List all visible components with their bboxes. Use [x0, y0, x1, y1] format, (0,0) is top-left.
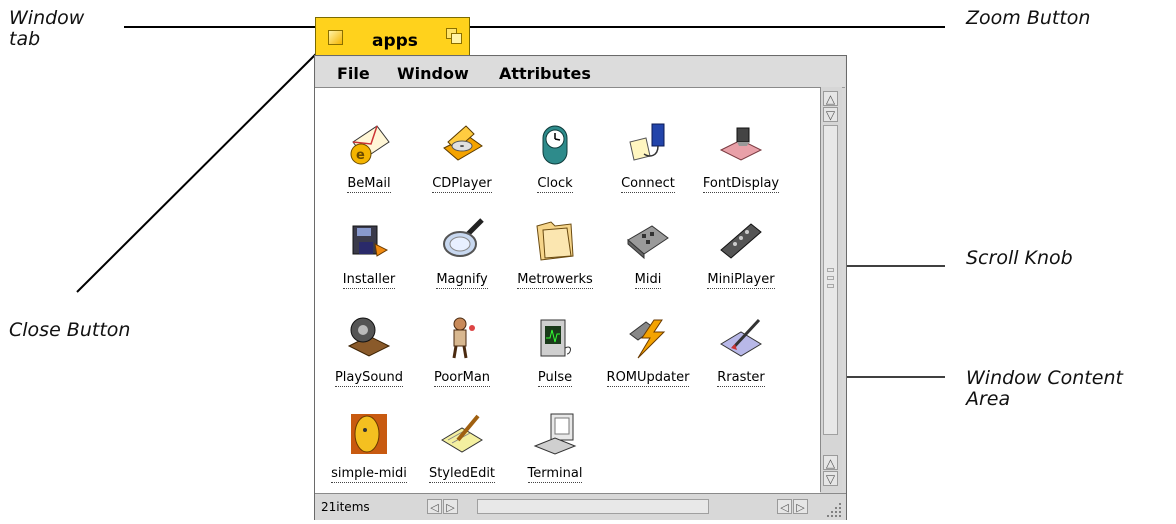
scroll-left-arrow[interactable]: ◁	[427, 499, 442, 514]
scroll-right-arrow-end[interactable]: ▷	[793, 499, 808, 514]
knob-grip	[827, 284, 834, 288]
scroll-left-arrow-end[interactable]: ◁	[777, 499, 792, 514]
app-label: StyledEdit	[428, 466, 496, 483]
app-label: PoorMan	[433, 370, 491, 387]
app-item-rraster[interactable]: Rraster	[695, 314, 787, 387]
app-item-pulse[interactable]: Pulse	[509, 314, 601, 387]
app-item-simple-midi[interactable]: simple-midi	[323, 410, 415, 483]
connect-icon	[629, 123, 665, 161]
installer-icon	[352, 225, 389, 257]
window-content-area[interactable]: e BeMail CDPlayer Clock Connect FontDisp…	[315, 87, 820, 494]
midi-icon	[627, 225, 669, 260]
app-item-cdplayer[interactable]: CDPlayer	[416, 120, 508, 193]
scroll-down-arrow-bottom[interactable]: ▽	[823, 471, 838, 486]
app-label: FontDisplay	[702, 176, 780, 193]
app-label: BeMail	[347, 176, 391, 193]
scroll-knob[interactable]	[823, 125, 838, 435]
app-label: PlaySound	[334, 370, 404, 387]
knob-grip	[827, 268, 834, 272]
app-label: Midi	[634, 272, 662, 289]
app-item-midi[interactable]: Midi	[602, 216, 694, 289]
app-label: MiniPlayer	[707, 272, 775, 289]
item-count: 21items	[321, 500, 370, 514]
app-item-installer[interactable]: Installer	[323, 216, 415, 289]
scroll-down-arrow-top[interactable]: ▽	[823, 107, 838, 122]
miniplayer-icon	[720, 223, 762, 259]
app-label: CDPlayer	[432, 176, 492, 193]
app-label: Connect	[621, 176, 675, 193]
scroll-right-arrow[interactable]: ▷	[443, 499, 458, 514]
pulse-icon	[540, 319, 571, 357]
app-label: Magnify	[436, 272, 488, 289]
window: File Window Attributes e BeMail CDPlayer	[314, 55, 847, 520]
bemail-icon: e	[350, 125, 390, 165]
app-label: Metrowerks	[517, 272, 593, 289]
resize-grip-icon[interactable]	[826, 500, 844, 518]
app-item-bemail[interactable]: e BeMail	[323, 120, 415, 193]
knob-grip	[827, 276, 834, 280]
folder-icon	[536, 221, 574, 261]
terminal-icon	[533, 413, 577, 455]
app-label: Pulse	[537, 370, 573, 387]
app-label: ROMUpdater	[606, 370, 690, 387]
app-label: Clock	[537, 176, 573, 193]
app-item-styledit[interactable]: StyledEdit	[416, 410, 508, 483]
line-close-button	[76, 36, 334, 293]
clock-icon	[542, 125, 568, 165]
app-item-miniplayer[interactable]: MiniPlayer	[695, 216, 787, 289]
zoom-button[interactable]	[446, 28, 462, 44]
simple-midi-icon	[351, 414, 387, 454]
fontdisplay-icon	[719, 127, 763, 161]
close-button[interactable]	[328, 30, 343, 45]
horizontal-scroll-knob[interactable]	[477, 499, 709, 514]
playsound-icon	[347, 317, 391, 357]
menu-file[interactable]: File	[337, 64, 370, 83]
window-tab[interactable]: apps	[315, 17, 470, 56]
app-item-clock[interactable]: Clock	[509, 120, 601, 193]
app-item-fontdisplay[interactable]: FontDisplay	[695, 120, 787, 193]
zoom-box-front	[451, 33, 462, 44]
app-item-terminal[interactable]: Terminal	[509, 410, 601, 483]
app-item-playsound[interactable]: PlaySound	[323, 314, 415, 387]
magnify-icon	[443, 218, 484, 257]
menu-bar: File Window Attributes	[316, 57, 845, 88]
svg-text:e: e	[356, 148, 365, 163]
app-label: simple-midi	[331, 466, 407, 483]
app-item-connect[interactable]: Connect	[602, 120, 694, 193]
styledit-icon	[441, 414, 483, 453]
bottom-bar: 21items ◁ ▷ ◁ ▷	[315, 493, 846, 520]
menu-window[interactable]: Window	[397, 64, 469, 83]
app-label: Installer	[342, 272, 396, 289]
app-item-magnify[interactable]: Magnify	[416, 216, 508, 289]
window-title: apps	[372, 31, 418, 51]
scroll-up-arrow-top[interactable]: △	[823, 91, 838, 106]
app-label: Rraster	[717, 370, 765, 387]
vertical-scrollbar[interactable]: △ ▽ △ ▽	[820, 87, 842, 492]
cdplayer-icon	[443, 125, 483, 161]
poorman-icon	[452, 317, 475, 359]
app-item-poorman[interactable]: PoorMan	[416, 314, 508, 387]
app-item-romupdater[interactable]: ROMUpdater	[602, 314, 694, 387]
menu-attributes[interactable]: Attributes	[499, 64, 591, 83]
app-item-metrowerks[interactable]: Metrowerks	[509, 216, 601, 289]
scroll-up-arrow-bottom[interactable]: △	[823, 455, 838, 470]
app-label: Terminal	[527, 466, 583, 483]
romupdater-icon	[629, 319, 666, 359]
rraster-icon	[720, 318, 762, 357]
